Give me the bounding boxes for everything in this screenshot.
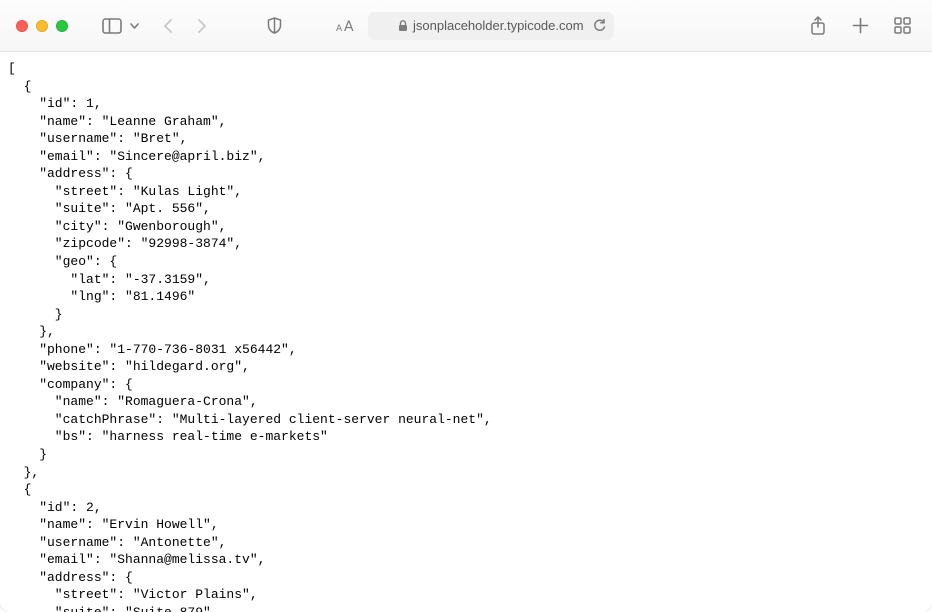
text-size-button[interactable]: A A [332,12,360,40]
reload-button[interactable] [593,19,606,33]
new-tab-button[interactable] [846,12,874,40]
lock-icon [398,20,408,32]
privacy-shield-button[interactable] [260,12,288,40]
sidebar-dropdown-chevron-icon[interactable] [126,12,142,40]
tab-overview-button[interactable] [888,12,916,40]
window-controls [16,20,68,32]
maximize-window-button[interactable] [56,20,68,32]
share-button[interactable] [804,12,832,40]
right-toolbar [804,12,916,40]
titlebar: A A jsonplaceholder.typicode.com [0,0,932,52]
close-window-button[interactable] [16,20,28,32]
minimize-window-button[interactable] [36,20,48,32]
json-response-body[interactable]: [ { "id": 1, "name": "Leanne Graham", "u… [0,52,932,612]
nav-arrows [154,12,216,40]
sidebar-toggle-group [98,12,142,40]
address-bar[interactable]: jsonplaceholder.typicode.com [368,12,614,40]
sidebar-toggle-button[interactable] [98,12,126,40]
forward-button[interactable] [188,12,216,40]
svg-text:A: A [344,19,354,33]
address-text: jsonplaceholder.typicode.com [413,18,584,33]
back-button[interactable] [154,12,182,40]
svg-text:A: A [336,24,343,33]
